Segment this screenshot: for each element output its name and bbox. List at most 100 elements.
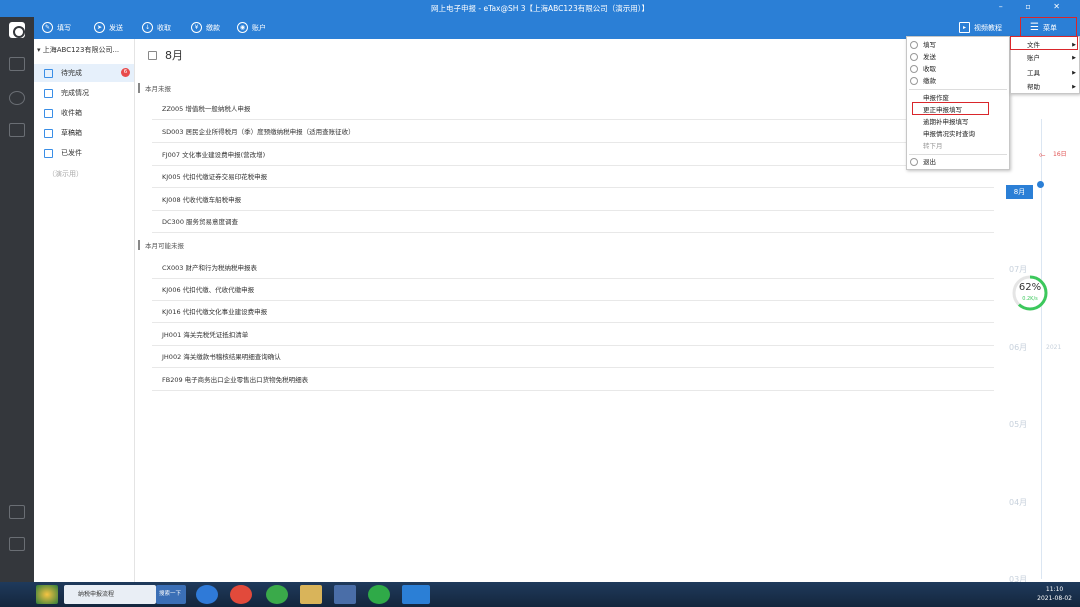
left-rail bbox=[0, 17, 34, 582]
sidebar-item-label: 待完成 bbox=[61, 69, 82, 77]
menu-item-label: 缴款 bbox=[923, 77, 936, 85]
submenu-item-label: 工具 bbox=[1027, 69, 1040, 77]
menu-item-label: 退出 bbox=[923, 158, 936, 166]
send-icon bbox=[910, 53, 918, 61]
menu-item-label: 发送 bbox=[923, 53, 936, 61]
task-row[interactable]: FJ007 文化事业建设费申报(营改增) bbox=[152, 144, 994, 166]
timeline-month[interactable]: 05月 bbox=[1009, 419, 1027, 430]
bank-icon[interactable] bbox=[9, 57, 25, 71]
send-icon: ➤ bbox=[94, 22, 105, 33]
submenu-item-help[interactable]: 帮助 ▶ bbox=[1011, 80, 1079, 94]
clock[interactable]: 11:10 2021-08-02 bbox=[1037, 585, 1072, 603]
sidebar-item-label: 收件箱 bbox=[61, 109, 82, 117]
sidebar-item-label: 已发件 bbox=[61, 149, 82, 157]
toolbar-label: 视频教程 bbox=[974, 23, 1002, 32]
section-title: 本月可能未报 bbox=[138, 240, 184, 250]
toolbar-label: 填写 bbox=[57, 23, 71, 32]
taskbar-search[interactable]: 搜索一下 bbox=[156, 585, 186, 604]
word-icon[interactable] bbox=[334, 585, 356, 604]
message-icon[interactable] bbox=[9, 537, 25, 551]
progress-speed: 0.2K/s bbox=[1022, 296, 1038, 302]
timeline-line bbox=[1041, 119, 1042, 579]
menu-item-label: 收取 bbox=[923, 65, 936, 73]
sidebar-item-label: 完成情况 bbox=[61, 89, 89, 97]
start-icon[interactable] bbox=[36, 585, 58, 604]
task-row[interactable]: DC300 服务贸易意度调查 bbox=[152, 211, 994, 233]
submenu-item-tools[interactable]: 工具 ▶ bbox=[1011, 66, 1079, 80]
timeline-month[interactable]: 04月 bbox=[1009, 497, 1027, 508]
menu-separator bbox=[909, 154, 1007, 155]
grid-icon[interactable] bbox=[9, 505, 25, 519]
menu-item-next-month[interactable]: 转下月 bbox=[907, 140, 1009, 152]
menu-item-exit[interactable]: 退出 bbox=[907, 156, 1009, 168]
calendar-icon bbox=[148, 50, 157, 60]
toolbar-payment-button[interactable]: ¥ 缴款 bbox=[191, 22, 220, 33]
pending-count-badge: 6 bbox=[121, 68, 130, 77]
document-icon[interactable] bbox=[9, 123, 25, 137]
company-selector[interactable]: ▾ 上海ABC123有限公司... bbox=[37, 45, 119, 55]
sidebar-item-drafts[interactable]: 草稿箱 bbox=[34, 124, 134, 142]
timeline: ⟜ 16日 8月 07月 06月 2021 05月 04月 03月 62% 0.… bbox=[1006, 39, 1080, 584]
toolbar-account-button[interactable]: ◉ 账户 bbox=[237, 22, 266, 33]
drafts-icon bbox=[44, 128, 53, 138]
fill-icon: ✎ bbox=[42, 22, 53, 33]
task-row[interactable]: JH002 海关缴款书稽核结果明细查询确认 bbox=[152, 346, 994, 368]
etax-taskbar-icon[interactable] bbox=[402, 585, 430, 604]
sidebar-item-inbox[interactable]: 收件箱 bbox=[34, 104, 134, 122]
sent-icon bbox=[44, 148, 53, 158]
folder-icon[interactable] bbox=[300, 585, 322, 604]
status-icon bbox=[44, 88, 53, 98]
task-row[interactable]: ZZ005 增值税一般纳税人申报 bbox=[152, 98, 994, 120]
task-row[interactable]: KJ016 代扣代缴文化事业建设费申报 bbox=[152, 301, 994, 323]
task-row[interactable]: JH001 海关完税凭证抵扣清单 bbox=[152, 324, 994, 346]
inbox-icon bbox=[44, 108, 53, 118]
current-month-badge[interactable]: 8月 bbox=[1006, 185, 1033, 199]
arrow-right-icon: ▶ bbox=[1072, 70, 1076, 76]
menu-item-send[interactable]: 发送 bbox=[907, 51, 1009, 63]
toolbar-send-button[interactable]: ➤ 发送 bbox=[94, 22, 123, 33]
task-row[interactable]: CX003 财产和行为税纳税申报表 bbox=[152, 257, 994, 279]
today-label: 16日 bbox=[1053, 151, 1067, 158]
taskbar-browser-tab[interactable]: 纳税申报流程 bbox=[64, 585, 156, 604]
fill-icon bbox=[910, 41, 918, 49]
submenu-item-label: 账户 bbox=[1027, 54, 1040, 62]
task-row[interactable]: KJ005 代扣代缴证券交易印花税申报 bbox=[152, 166, 994, 188]
toolbar-label: 账户 bbox=[252, 23, 266, 32]
task-row[interactable]: SD003 居民企业所得税月（季）度预缴纳税申报（适用查账征收） bbox=[152, 121, 994, 143]
wechat-icon[interactable] bbox=[368, 585, 390, 604]
task-row[interactable]: FB209 电子商务出口企业零售出口货物免税明细表 bbox=[152, 369, 994, 391]
menu-item-receive[interactable]: 收取 bbox=[907, 63, 1009, 75]
month-title: 8月 bbox=[165, 49, 183, 62]
menu-item-payment[interactable]: 缴款 bbox=[907, 75, 1009, 87]
toolbar-receive-button[interactable]: ↓ 收取 bbox=[142, 22, 171, 33]
task-row[interactable]: KJ006 代扣代缴、代收代缴申报 bbox=[152, 279, 994, 301]
ie-icon[interactable] bbox=[196, 585, 218, 604]
payment-icon: ¥ bbox=[191, 22, 202, 33]
menu-item-overdue[interactable]: 逾期补申报填写 bbox=[907, 116, 1009, 128]
title-bar: 网上电子申报 - eTax@SH 3【上海ABC123有限公司（演示用）】 – … bbox=[0, 0, 1080, 17]
sidebar-item-pending[interactable]: 待完成 6 bbox=[34, 64, 134, 82]
menu-item-query[interactable]: 申报情况实时查询 bbox=[907, 128, 1009, 140]
toolbar-label: 收取 bbox=[157, 23, 171, 32]
task-row[interactable]: KJ008 代收代缴车船税申报 bbox=[152, 189, 994, 211]
today-marker-icon: ⟜ bbox=[1039, 150, 1046, 159]
window-controls[interactable]: – ▫ ✕ bbox=[999, 2, 1070, 11]
menu-item-fill[interactable]: 填写 bbox=[907, 39, 1009, 51]
video-tutorial-button[interactable]: ▸ 视频教程 bbox=[959, 22, 1002, 33]
menu-separator bbox=[909, 89, 1007, 90]
app-green-icon[interactable] bbox=[266, 585, 288, 604]
submenu-item-account[interactable]: 账户 ▶ bbox=[1011, 51, 1079, 65]
chrome-icon[interactable] bbox=[230, 585, 252, 604]
receive-icon bbox=[910, 65, 918, 73]
tax-icon[interactable] bbox=[9, 91, 25, 105]
company-name: 上海ABC123有限公司... bbox=[42, 46, 120, 54]
clock-date: 2021-08-02 bbox=[1037, 595, 1072, 602]
timeline-month[interactable]: 06月 bbox=[1009, 342, 1027, 353]
toolbar-fill-button[interactable]: ✎ 填写 bbox=[42, 22, 71, 33]
sidebar-item-sent[interactable]: 已发件 bbox=[34, 144, 134, 162]
sidebar-item-status[interactable]: 完成情况 bbox=[34, 84, 134, 102]
arrow-right-icon: ▶ bbox=[1072, 55, 1076, 61]
app-logo-icon bbox=[9, 22, 25, 38]
sidebar: ▾ 上海ABC123有限公司... 待完成 6 完成情况 收件箱 草稿箱 已发件 … bbox=[34, 39, 135, 582]
window-title: 网上电子申报 - eTax@SH 3【上海ABC123有限公司（演示用）】 bbox=[431, 4, 649, 13]
